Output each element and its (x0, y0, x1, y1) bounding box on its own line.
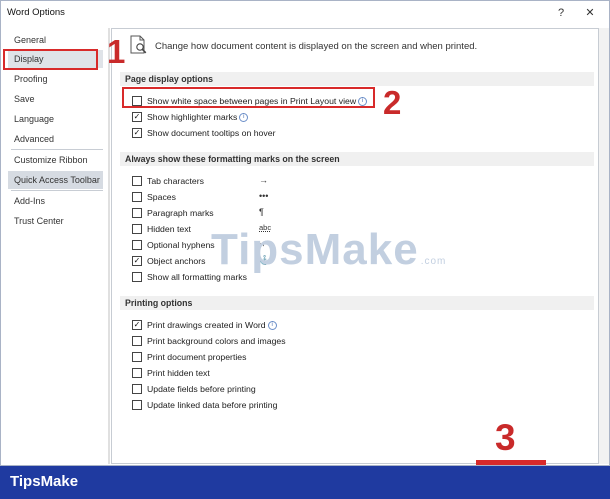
info-icon: i (239, 113, 249, 123)
annotation-number-1: 1 (107, 33, 126, 70)
option-label: Optional hyphens (147, 240, 215, 250)
option-label: Show highlighter marks (147, 112, 238, 122)
options-sidebar: General Display Proofing Save Language A… (6, 28, 105, 464)
sidebar-item-general[interactable]: General (8, 31, 103, 49)
section-formatting-marks: Always show these formatting marks on th… (120, 152, 594, 166)
section-page-display: Page display options (120, 72, 594, 86)
option-label: Show document tooltips on hover (147, 128, 276, 138)
checkbox-print-drawings[interactable]: ✓ (132, 319, 142, 330)
close-icon[interactable]: ✕ (582, 5, 598, 21)
annotation-box-white-space (122, 87, 375, 108)
checkbox-print-hidden-text[interactable] (132, 367, 142, 378)
checkbox-paragraph-marks[interactable] (132, 207, 142, 218)
option-show-highlighter[interactable]: ✓ Show highlighter marks i (132, 111, 249, 124)
vertical-scrollbar[interactable] (599, 28, 609, 464)
checkbox-spaces[interactable] (132, 191, 142, 202)
document-magnifier-icon (130, 35, 147, 54)
checkbox-update-linked-data[interactable] (132, 399, 142, 410)
panel-divider (108, 28, 110, 464)
checkbox-optional-hyphens[interactable] (132, 239, 142, 250)
sidebar-item-save[interactable]: Save (8, 90, 103, 108)
sidebar-divider (11, 190, 103, 191)
option-hidden-text[interactable]: Hidden text (132, 223, 191, 236)
intro-text: Change how document content is displayed… (155, 41, 478, 52)
section-printing-options: Printing options (120, 296, 594, 310)
option-label: Update fields before printing (147, 384, 256, 394)
watermark: TipsMake .com (211, 225, 446, 275)
sidebar-item-advanced[interactable]: Advanced (8, 130, 103, 148)
option-print-drawings[interactable]: ✓ Print drawings created in Word i (132, 319, 277, 332)
tab-arrow-icon: → (259, 175, 268, 185)
sidebar-divider (11, 149, 103, 150)
checkbox-show-tooltips[interactable]: ✓ (132, 127, 142, 138)
option-show-tooltips[interactable]: ✓ Show document tooltips on hover (132, 127, 275, 140)
space-dots-icon: ••• (259, 191, 269, 201)
option-label: Print hidden text (147, 368, 210, 378)
sidebar-item-quick-access-toolbar[interactable]: Quick Access Toolbar (8, 171, 103, 189)
option-optional-hyphens[interactable]: Optional hyphens (132, 239, 215, 252)
checkbox-print-document-properties[interactable] (132, 351, 142, 362)
info-icon: i (267, 321, 277, 331)
option-label: Spaces (147, 192, 176, 202)
checkbox-print-background[interactable] (132, 335, 142, 346)
option-update-fields[interactable]: Update fields before printing (132, 383, 256, 396)
checkbox-update-fields[interactable] (132, 383, 142, 394)
option-label: Hidden text (147, 224, 191, 234)
option-paragraph-marks[interactable]: Paragraph marks (132, 207, 214, 220)
option-label: Paragraph marks (147, 208, 214, 218)
sidebar-item-proofing[interactable]: Proofing (8, 70, 103, 88)
sidebar-item-add-ins[interactable]: Add-Ins (8, 192, 103, 210)
option-label: Print document properties (147, 352, 247, 362)
option-spaces[interactable]: Spaces (132, 191, 176, 204)
sidebar-item-customize-ribbon[interactable]: Customize Ribbon (8, 151, 103, 169)
checkbox-show-highlighter[interactable]: ✓ (132, 111, 142, 122)
checkbox-object-anchors[interactable]: ✓ (132, 255, 142, 266)
help-icon[interactable]: ? (553, 5, 569, 21)
checkbox-tab-characters[interactable] (132, 175, 142, 186)
option-label: Tab characters (147, 176, 204, 186)
option-print-hidden-text[interactable]: Print hidden text (132, 367, 210, 380)
option-update-linked-data[interactable]: Update linked data before printing (132, 399, 277, 412)
watermark-suffix: .com (420, 256, 447, 267)
option-object-anchors[interactable]: ✓ Object anchors (132, 255, 205, 268)
sidebar-item-language[interactable]: Language (8, 110, 103, 128)
checkbox-show-all-formatting-marks[interactable] (132, 271, 142, 282)
checkbox-hidden-text[interactable] (132, 223, 142, 234)
pilcrow-icon: ¶ (259, 207, 264, 217)
option-label: Update linked data before printing (147, 400, 278, 410)
option-label: Print background colors and images (147, 336, 286, 346)
option-label: Object anchors (147, 256, 206, 266)
option-label: Print drawings created in Word (147, 320, 266, 330)
footer-brand: TipsMake (10, 473, 79, 490)
option-print-background[interactable]: Print background colors and images (132, 335, 286, 348)
title-bar: Word Options ? ✕ (1, 1, 609, 25)
brand-footer: TipsMake (0, 466, 610, 499)
annotation-highlight-ok (476, 460, 546, 465)
window-title: Word Options (7, 7, 65, 18)
watermark-text: TipsMake (211, 225, 419, 274)
annotation-number-3: 3 (495, 417, 516, 458)
option-print-document-properties[interactable]: Print document properties (132, 351, 246, 364)
annotation-box-display (3, 49, 98, 70)
annotation-number-2: 2 (383, 84, 402, 121)
sidebar-item-trust-center[interactable]: Trust Center (8, 212, 103, 230)
option-tab-characters[interactable]: Tab characters (132, 175, 204, 188)
